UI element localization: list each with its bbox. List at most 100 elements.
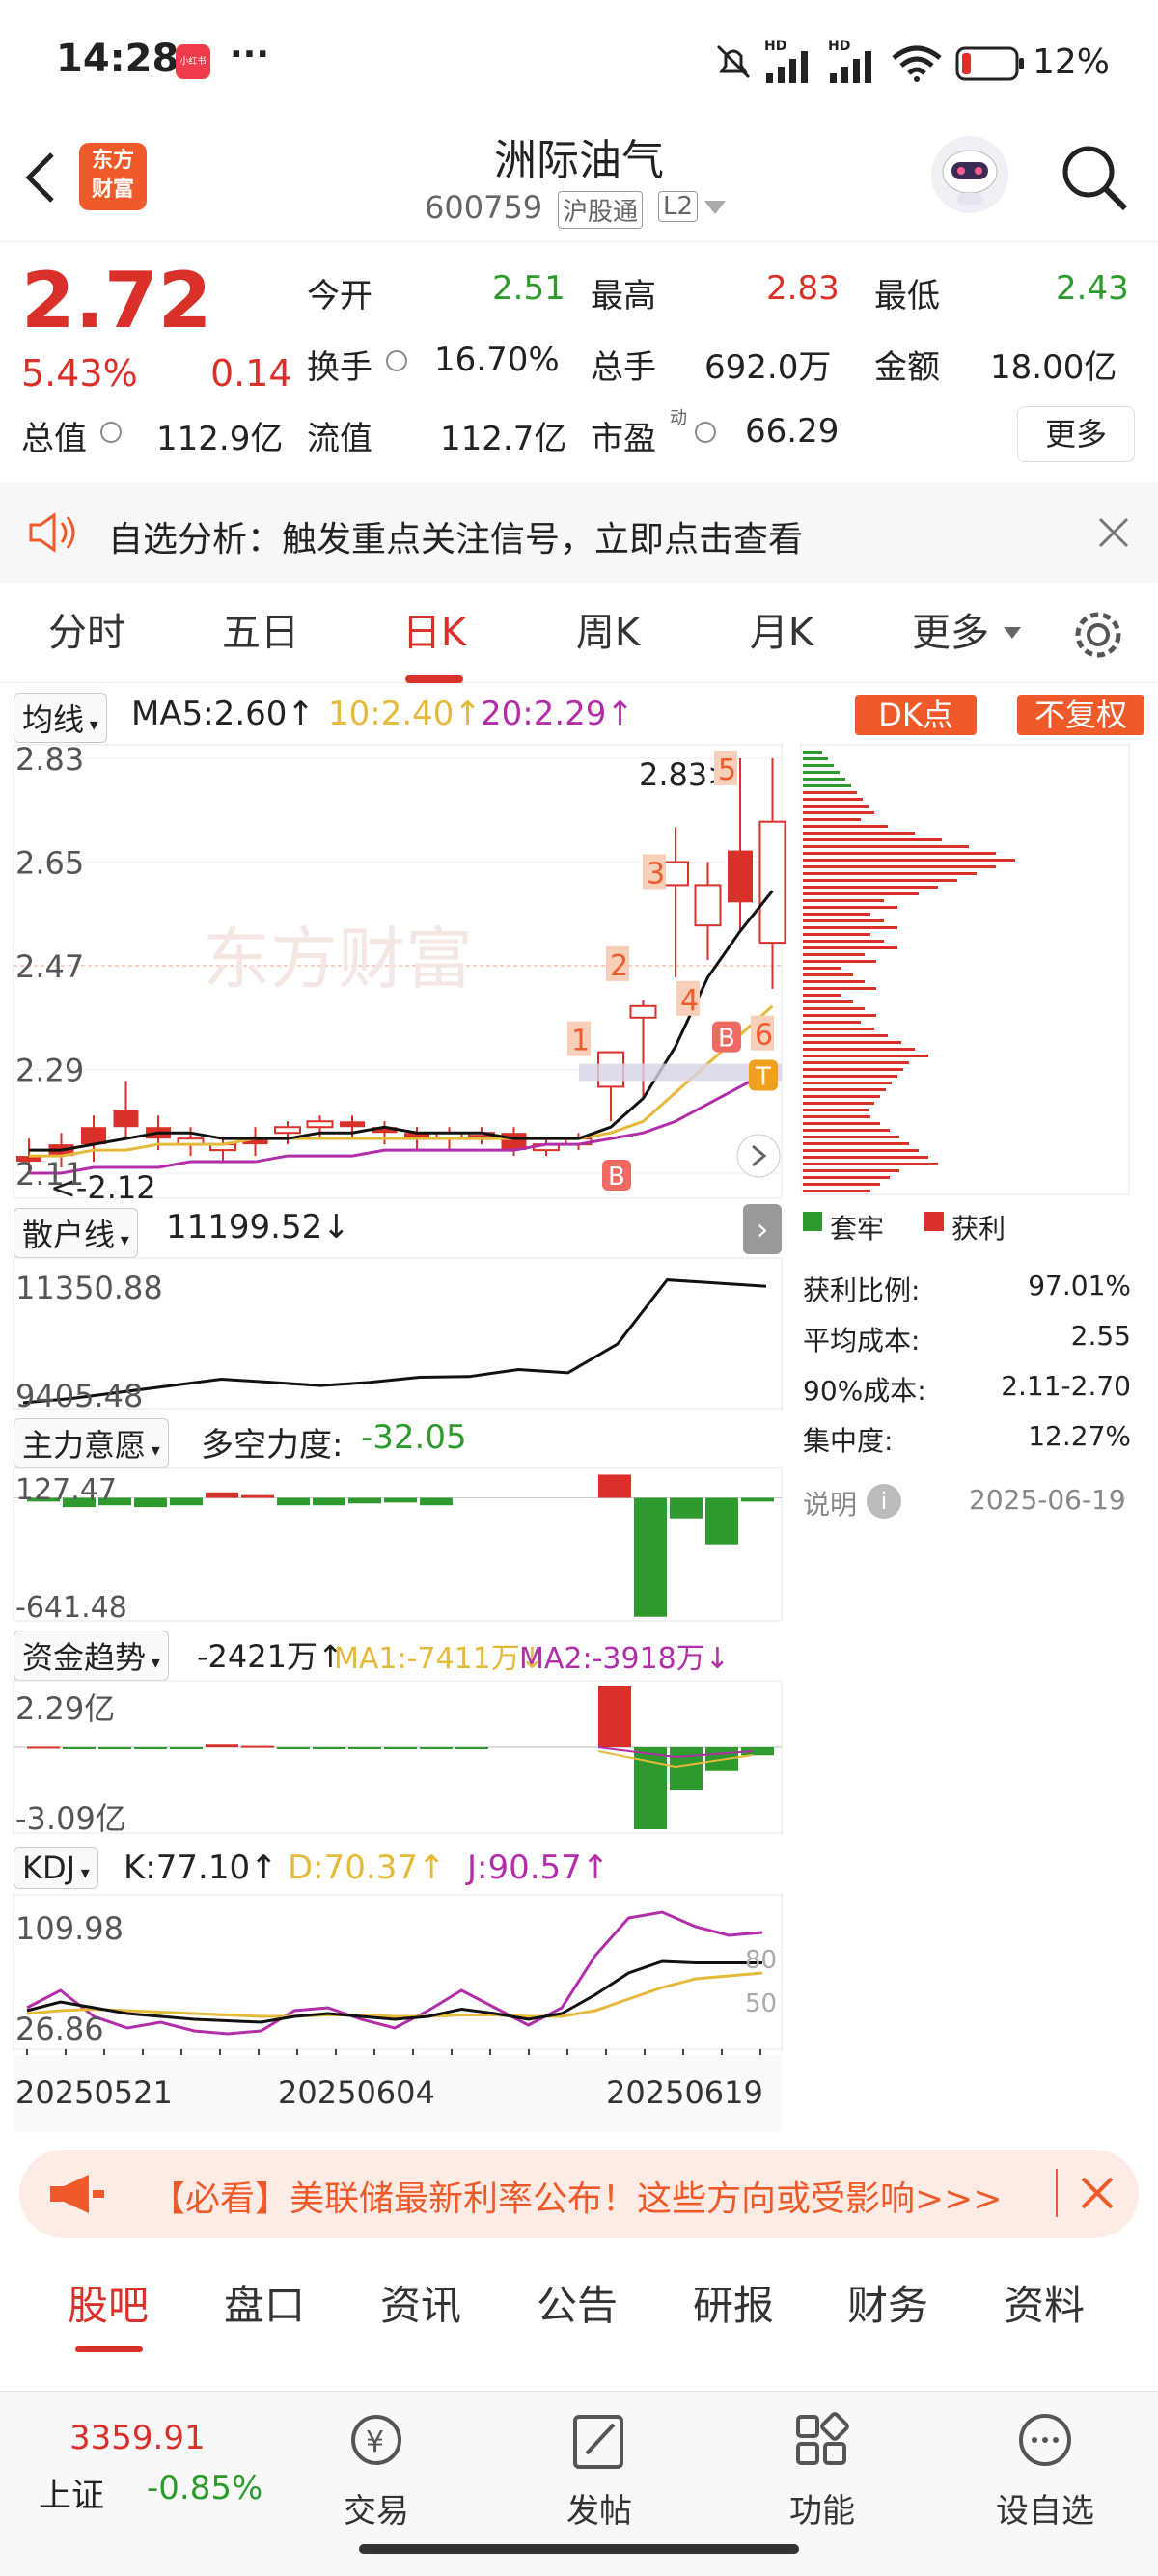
tab-financials[interactable]: 财务 (847, 2258, 928, 2354)
no-adjust-button[interactable]: 不复权 (1017, 695, 1144, 735)
status-bar: 14:28 小红书 ··· HD HD 12% (0, 0, 1158, 125)
volume-value: 692.0万 (704, 348, 832, 387)
tab-announcements[interactable]: 公告 (537, 2258, 618, 2354)
fund-trend-selector[interactable]: 资金趋势 ▾ (14, 1631, 169, 1681)
info-dots-icon[interactable] (386, 350, 407, 371)
volume-label: 总手 (591, 348, 656, 387)
chip-row: 获利比例: 97.01% (803, 1270, 1131, 1320)
nav-functions[interactable]: 功能 (745, 2411, 899, 2532)
chip-bar (803, 973, 853, 976)
fund-trend-bar (670, 1746, 703, 1791)
index-value[interactable]: 3359.91 (69, 2419, 206, 2457)
nav-add-watchlist[interactable]: 设自选 (968, 2411, 1122, 2532)
promo-banner[interactable]: 【必看】美联储最新利率公布！这些方向或受影响>>> (19, 2150, 1139, 2238)
signal-icon-2 (830, 51, 871, 83)
main-force-chart: 127.47 -641.48 (13, 1467, 783, 1623)
signal-label: 2 (610, 949, 628, 983)
chip-bar (803, 1102, 874, 1105)
expand-arrow-icon[interactable]: › (743, 1204, 782, 1254)
open-value: 2.51 (492, 269, 565, 308)
nav-trade-label: 交易 (344, 2492, 409, 2531)
tab-five-day[interactable]: 五日 (203, 583, 318, 683)
bottom-nav: 3359.91 上证 -0.85% ¥ 交易 发帖 功能 设自选 (0, 2391, 1158, 2576)
info-dots-icon[interactable] (100, 422, 122, 443)
chevron-down-icon[interactable] (704, 201, 726, 216)
low-marker: <-2.12 (50, 1169, 156, 1204)
chip-row-value: 2.55 (1070, 1320, 1131, 1352)
main-force-selector[interactable]: 主力意愿 ▾ (14, 1418, 169, 1468)
tab-monthly-k[interactable]: 月K (724, 583, 840, 683)
y-axis-label: 2.29亿 (15, 1690, 115, 1727)
candle-body (340, 1121, 365, 1128)
chip-row-label: 平均成本: (803, 1325, 921, 1357)
nav-trade[interactable]: ¥ 交易 (299, 2411, 454, 2532)
status-time: 14:28 (56, 37, 179, 81)
nav-add-watchlist-label: 设自选 (996, 2492, 1094, 2531)
main-force-bar (170, 1497, 203, 1506)
dk-point-button[interactable]: DK点 (855, 695, 977, 735)
tab-more[interactable]: 更多 (897, 583, 1004, 683)
ref-50-label: 50 (745, 1989, 777, 2018)
signal-label: 1 (571, 1025, 590, 1058)
tab-profile[interactable]: 资料 (1004, 2258, 1085, 2354)
info-icon[interactable]: i (867, 1484, 901, 1519)
chip-bar (803, 987, 876, 990)
fund-trend-bar (348, 1746, 381, 1749)
home-indicator (359, 2544, 799, 2554)
robot-assistant-icon[interactable] (928, 133, 1011, 216)
chip-bar (803, 967, 841, 970)
chip-bar (803, 1000, 853, 1003)
kdj-j-text: J:90.57 (467, 1849, 582, 1887)
tab-daily-k[interactable]: 日K (376, 583, 492, 683)
close-icon[interactable] (1098, 517, 1129, 548)
chip-bar (803, 1095, 880, 1098)
more-quote-button[interactable]: 更多 (1017, 406, 1135, 462)
index-name[interactable]: 上证 (39, 2469, 104, 2516)
candle-body (728, 850, 753, 903)
chip-row-label: 90%成本: (803, 1375, 926, 1407)
tab-intraday[interactable]: 分时 (29, 583, 145, 683)
chip-row-label: 获利比例: (803, 1274, 921, 1306)
fund-trend-bar (241, 1745, 274, 1748)
chip-bar (803, 859, 1015, 862)
y-axis-label: -3.09亿 (15, 1800, 126, 1835)
fund-trend-bar (598, 1686, 631, 1747)
gear-icon[interactable] (1071, 608, 1125, 662)
main-force-bar (277, 1497, 310, 1506)
fund-trend-text: -2421万 (197, 1638, 317, 1675)
nav-post[interactable]: 发帖 (522, 2411, 676, 2532)
main-force-bar (313, 1497, 345, 1506)
candle-body (694, 884, 722, 927)
kdj-selector-label: KDJ (22, 1850, 76, 1886)
chip-bar (803, 757, 828, 760)
y-axis-label: 2.83 (15, 741, 84, 778)
search-icon[interactable] (1058, 141, 1129, 212)
tab-forum[interactable]: 股吧 (68, 2258, 149, 2354)
kdj-selector[interactable]: KDJ ▾ (14, 1847, 98, 1889)
chip-row-value: 97.01% (1028, 1270, 1131, 1302)
info-dots-icon[interactable] (695, 422, 716, 443)
tab-weekly-k[interactable]: 周K (550, 583, 666, 683)
tab-research[interactable]: 研报 (693, 2258, 774, 2354)
y-axis-label: 2.47 (15, 948, 84, 985)
chip-bar (803, 960, 876, 963)
legend-trapped-swatch (803, 1212, 822, 1231)
kline-chart[interactable]: 东方财富 2.832.652.472.292.11 2.83><-2.12123… (0, 741, 791, 1204)
tab-news[interactable]: 资讯 (380, 2258, 461, 2354)
retail-line-selector[interactable]: 散户线 ▾ (14, 1208, 138, 1258)
main-force-bar (348, 1497, 381, 1504)
chip-bar (803, 1149, 919, 1152)
more-notifications-icon: ··· (230, 35, 270, 74)
up-arrow-icon: ↑ (581, 1849, 610, 1887)
ma-selector[interactable]: 均线 ▾ (14, 693, 107, 743)
tab-order-book[interactable]: 盘口 (224, 2258, 305, 2354)
chip-bar (803, 933, 870, 936)
chip-bar (803, 1142, 909, 1145)
chip-bar (803, 771, 840, 774)
chip-bar (803, 946, 897, 949)
notice-bar[interactable]: 自选分析：触发重点关注信号，立即点击查看 (0, 482, 1158, 583)
close-icon[interactable] (1081, 2177, 1114, 2209)
index-change[interactable]: -0.85% (147, 2469, 262, 2507)
chip-bar (803, 811, 874, 814)
nav-functions-label: 功能 (789, 2492, 855, 2531)
